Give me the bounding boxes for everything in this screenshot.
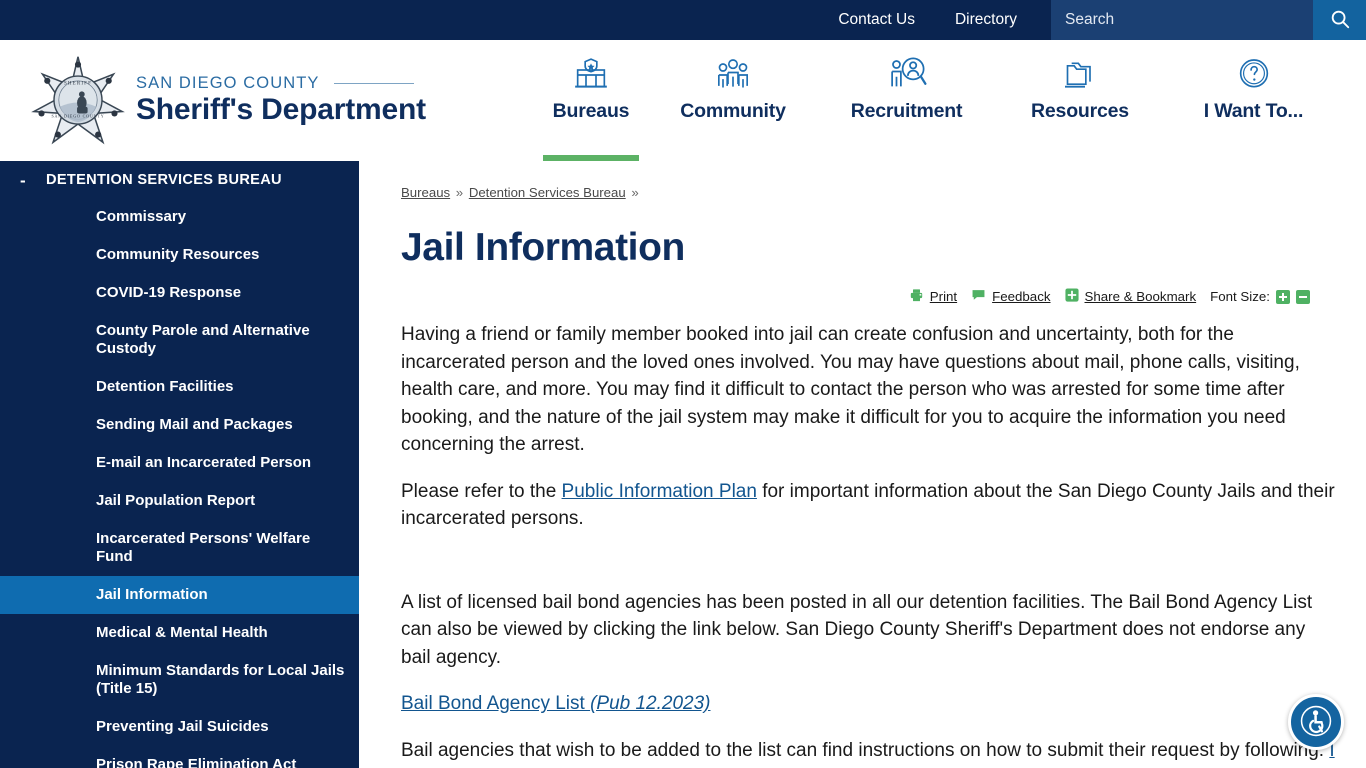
page-body: - DETENTION SERVICES BUREAU Commissary C… [0,161,1366,768]
paragraph-intro: Having a friend or family member booked … [401,324,1300,456]
sidebar-item-minimum-standards-for-local-jails[interactable]: Minimum Standards for Local Jails (Title… [0,652,359,708]
person-magnifier-icon [886,53,928,97]
bail-bond-link-text: Bail Bond Agency List [401,693,591,715]
brand-county-label: SAN DIEGO COUNTY [136,74,320,92]
sidebar-item-community-resources[interactable]: Community Resources [0,236,359,274]
sidebar-item-detention-facilities[interactable]: Detention Facilities [0,368,359,406]
print-label: Print [929,289,958,304]
comment-bubble-icon [971,288,986,305]
nav-label-recruitment: Recruitment [850,100,963,122]
building-badge-icon [571,53,611,97]
question-circle-icon [1234,53,1274,97]
folders-icon [1060,53,1100,97]
svg-text:SHERIFF: SHERIFF [64,81,92,86]
feedback-label: Feedback [992,289,1051,304]
site-logo-link[interactable]: SHERIFF SAN DIEGO COUNTY SAN DIEGO COUNT… [0,53,426,149]
brand-rule [333,83,414,84]
breadcrumb-separator-1: » [455,185,464,200]
breadcrumb-link-bureaus[interactable]: Bureaus [401,185,450,200]
share-bookmark-button[interactable]: Share & Bookmark [1064,288,1197,305]
sidebar-item-county-parole-and-alternative-custody[interactable]: County Parole and Alternative Custody [0,312,359,368]
sidebar-item-commissary[interactable]: Commissary [0,198,359,236]
brand-county: SAN DIEGO COUNTY [136,74,426,93]
article-body: Having a friend or family member booked … [401,321,1336,768]
print-button[interactable]: Print [909,288,957,305]
sidebar-item-preventing-jail-suicides[interactable]: Preventing Jail Suicides [0,708,359,746]
contact-us-link[interactable]: Contact Us [818,0,935,40]
paragraph-bail-bond-list: A list of licensed bail bond agencies ha… [401,591,1313,668]
sidebar-item-covid-19-response[interactable]: COVID-19 Response [0,274,359,312]
main-content: Bureaus » Detention Services Bureau » Ja… [359,161,1366,768]
sidebar-section-detention-services-bureau[interactable]: - DETENTION SERVICES BUREAU [0,166,359,198]
printer-icon [909,288,924,305]
nav-label-resources: Resources [1031,100,1129,122]
font-decrease-icon[interactable] [1296,289,1310,304]
wheelchair-accessibility-icon [1299,704,1333,741]
nav-item-community[interactable]: Community [647,40,819,161]
sidebar-item-prison-rape-elimination-act[interactable]: Prison Rape Elimination Act [0,746,359,768]
accessibility-widget-button[interactable] [1288,694,1344,750]
font-increase-icon[interactable] [1276,289,1290,304]
sidebar-item-medical-and-mental-health[interactable]: Medical & Mental Health [0,614,359,652]
p5-text-before: Bail agencies that wish to be added to t… [401,740,1330,762]
sheriff-star-badge-logo: SHERIFF SAN DIEGO COUNTY [30,53,126,149]
paragraph-bail-bond-link: Bail Bond Agency List (Pub 12.2023) [401,690,1336,718]
svg-text:SAN DIEGO COUNTY: SAN DIEGO COUNTY [51,113,104,118]
sidebar-item-sending-mail-and-packages[interactable]: Sending Mail and Packages [0,406,359,444]
font-size-controls: Font Size: [1210,289,1310,304]
bail-bond-link-pub-date: (Pub 12.2023) [590,693,711,715]
search-input[interactable] [1051,0,1313,40]
page-tools-bar: Print Feedback Share & Bookmark Font Siz… [401,288,1310,305]
people-group-icon [713,53,753,97]
bail-bond-agency-list-link[interactable]: Bail Bond Agency List (Pub 12.2023) [401,693,711,714]
nav-label-bureaus: Bureaus [552,100,630,122]
nav-label-i-want-to: I Want To... [1203,100,1304,122]
breadcrumb-separator-2: » [631,185,639,200]
sidebar-item-jail-population-report[interactable]: Jail Population Report [0,482,359,520]
breadcrumb-link-detention-services-bureau[interactable]: Detention Services Bureau [469,185,626,200]
main-navigation: Bureaus Community Recruitment Resources … [535,40,1341,161]
paragraph-public-information-plan: Please refer to the Public Information P… [401,478,1336,533]
public-information-plan-link[interactable]: Public Information Plan [562,481,757,502]
breadcrumb: Bureaus » Detention Services Bureau » [401,185,1336,200]
topbar-links: Contact Us Directory [818,0,1037,40]
paragraph-bail-agencies-request: Bail agencies that wish to be added to t… [401,737,1336,768]
sidebar-item-incarcerated-persons-welfare-fund[interactable]: Incarcerated Persons' Welfare Fund [0,520,359,576]
nav-item-bureaus[interactable]: Bureaus [535,40,647,161]
brand-department: Sheriff's Department [136,93,426,126]
feedback-button[interactable]: Feedback [971,288,1051,305]
page-title: Jail Information [401,226,685,269]
font-size-label: Font Size: [1210,289,1270,304]
sidebar-section-label: DETENTION SERVICES BUREAU [46,172,282,188]
plus-square-icon [1064,288,1079,305]
nav-item-resources[interactable]: Resources [994,40,1166,161]
brand-text: SAN DIEGO COUNTY Sheriff's Department [136,74,426,127]
sidebar-item-jail-information[interactable]: Jail Information [0,576,359,614]
search-form [1051,0,1366,40]
nav-item-i-want-to[interactable]: I Want To... [1166,40,1341,161]
p2-text-before: Please refer to the [401,480,562,502]
share-bookmark-label: Share & Bookmark [1084,289,1197,304]
search-icon [1329,8,1351,33]
masthead: SHERIFF SAN DIEGO COUNTY SAN DIEGO COUNT… [0,40,1366,161]
search-submit-button[interactable] [1313,0,1366,40]
section-sidebar: - DETENTION SERVICES BUREAU Commissary C… [0,161,359,768]
collapse-toggle-icon[interactable]: - [20,172,34,189]
nav-label-community: Community [680,100,786,122]
nav-item-recruitment[interactable]: Recruitment [819,40,994,161]
sidebar-item-email-an-incarcerated-person[interactable]: E-mail an Incarcerated Person [0,444,359,482]
directory-link[interactable]: Directory [935,0,1037,40]
top-utility-bar: Contact Us Directory [0,0,1366,40]
